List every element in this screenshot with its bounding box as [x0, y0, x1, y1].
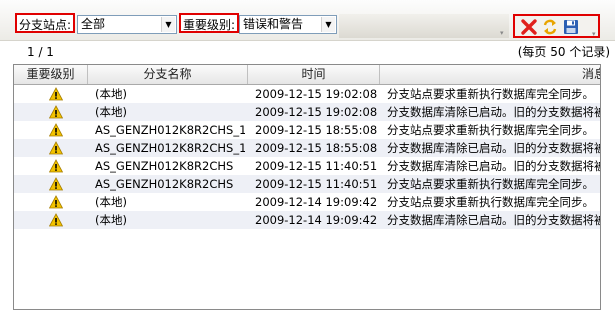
column-header-severity[interactable]: 重要级别	[14, 65, 88, 84]
branch-name-cell: (本地)	[95, 213, 127, 227]
time-cell: 2009-12-15 18:55:08	[255, 123, 378, 137]
warning-icon	[49, 141, 63, 155]
table-row[interactable]: AS_GENZH012K8R2CHS_1 2009-12-15 18:55:08…	[14, 121, 600, 139]
message-cell: 分支数据库清除已启动。旧的分支数据将被清除	[387, 213, 600, 227]
branch-filter-select[interactable]: 全部 ▼	[77, 15, 177, 34]
toolbar-action-group: ▾	[513, 14, 600, 38]
severity-filter-label: 重要级别:	[179, 13, 240, 33]
severity-filter-select[interactable]: 错误和警告 ▼	[239, 15, 337, 34]
column-header-message[interactable]: 消息	[380, 65, 600, 84]
branch-name-cell: (本地)	[95, 195, 127, 209]
delete-x-icon[interactable]	[520, 18, 538, 36]
message-cell: 分支站点要求重新执行数据库完全同步。	[387, 177, 594, 191]
message-cell: 分支数据库清除已启动。旧的分支数据将被清除	[387, 159, 600, 173]
message-cell: 分支数据库清除已启动。旧的分支数据将被清除	[387, 105, 600, 119]
branch-name-cell: AS_GENZH012K8R2CHS_1	[95, 123, 245, 137]
column-header-branch[interactable]: 分支名称	[88, 65, 248, 84]
branch-name-cell: (本地)	[95, 87, 127, 101]
overflow-grip-icon[interactable]: ▾	[592, 31, 599, 38]
time-cell: 2009-12-15 19:02:08	[255, 87, 378, 101]
table-row[interactable]: (本地) 2009-12-15 19:02:08 分支站点要求重新执行数据库完全…	[14, 85, 600, 103]
branch-name-cell: AS_GENZH012K8R2CHS	[95, 177, 234, 191]
severity-filter-value: 错误和警告	[243, 17, 304, 31]
filter-toolbar: 分支站点: 全部 ▼ 重要级别: 错误和警告 ▼ ▾ ▾	[0, 0, 615, 41]
warning-icon	[49, 87, 63, 101]
time-cell: 2009-12-14 19:09:42	[255, 195, 378, 209]
overflow-grip-icon[interactable]: ▾	[500, 30, 507, 37]
time-cell: 2009-12-15 19:02:08	[255, 105, 378, 119]
records-per-page: (每页 50 个记录)	[517, 45, 610, 59]
page-count: 1 / 1	[27, 45, 54, 59]
table-row[interactable]: (本地) 2009-12-14 19:09:42 分支站点要求重新执行数据库完全…	[14, 193, 600, 211]
warning-icon	[49, 177, 63, 191]
branch-name-cell: AS_GENZH012K8R2CHS	[95, 159, 234, 173]
table-row[interactable]: (本地) 2009-12-14 19:09:42 分支数据库清除已启动。旧的分支…	[14, 211, 600, 229]
refresh-icon[interactable]	[541, 18, 559, 36]
warning-icon	[49, 123, 63, 137]
pager-row: 1 / 1 (每页 50 个记录)	[0, 41, 615, 63]
warning-icon	[49, 159, 63, 173]
table-row[interactable]: (本地) 2009-12-15 19:02:08 分支数据库清除已启动。旧的分支…	[14, 103, 600, 121]
warning-icon	[49, 213, 63, 227]
time-cell: 2009-12-15 11:40:51	[255, 177, 378, 191]
chevron-down-icon[interactable]: ▼	[321, 17, 335, 32]
table-row[interactable]: AS_GENZH012K8R2CHS_1 2009-12-15 18:55:08…	[14, 139, 600, 157]
time-cell: 2009-12-15 18:55:08	[255, 141, 378, 155]
time-cell: 2009-12-14 19:09:42	[255, 213, 378, 227]
time-cell: 2009-12-15 11:40:51	[255, 159, 378, 173]
toolbar-spacer	[339, 14, 509, 38]
branch-filter-label: 分支站点:	[15, 13, 76, 33]
message-cell: 分支站点要求重新执行数据库完全同步。	[387, 87, 594, 101]
chevron-down-icon[interactable]: ▼	[161, 17, 175, 32]
table-row[interactable]: AS_GENZH012K8R2CHS 2009-12-15 11:40:51 分…	[14, 157, 600, 175]
message-cell: 分支数据库清除已启动。旧的分支数据将被清除	[387, 141, 600, 155]
message-cell: 分支站点要求重新执行数据库完全同步。	[387, 123, 594, 137]
message-cell: 分支站点要求重新执行数据库完全同步。	[387, 195, 594, 209]
branch-filter-value: 全部	[81, 17, 106, 31]
column-header-time[interactable]: 时间	[248, 65, 380, 84]
event-log-grid: 重要级别 分支名称 时间 消息 (本地) 2009-12-15 19:02:08…	[13, 64, 601, 310]
warning-icon	[49, 105, 63, 119]
table-row[interactable]: AS_GENZH012K8R2CHS 2009-12-15 11:40:51 分…	[14, 175, 600, 193]
branch-name-cell: AS_GENZH012K8R2CHS_1	[95, 141, 245, 155]
branch-name-cell: (本地)	[95, 105, 127, 119]
grid-header: 重要级别 分支名称 时间 消息	[14, 65, 600, 85]
save-disk-icon[interactable]	[562, 18, 580, 36]
warning-icon	[49, 195, 63, 209]
